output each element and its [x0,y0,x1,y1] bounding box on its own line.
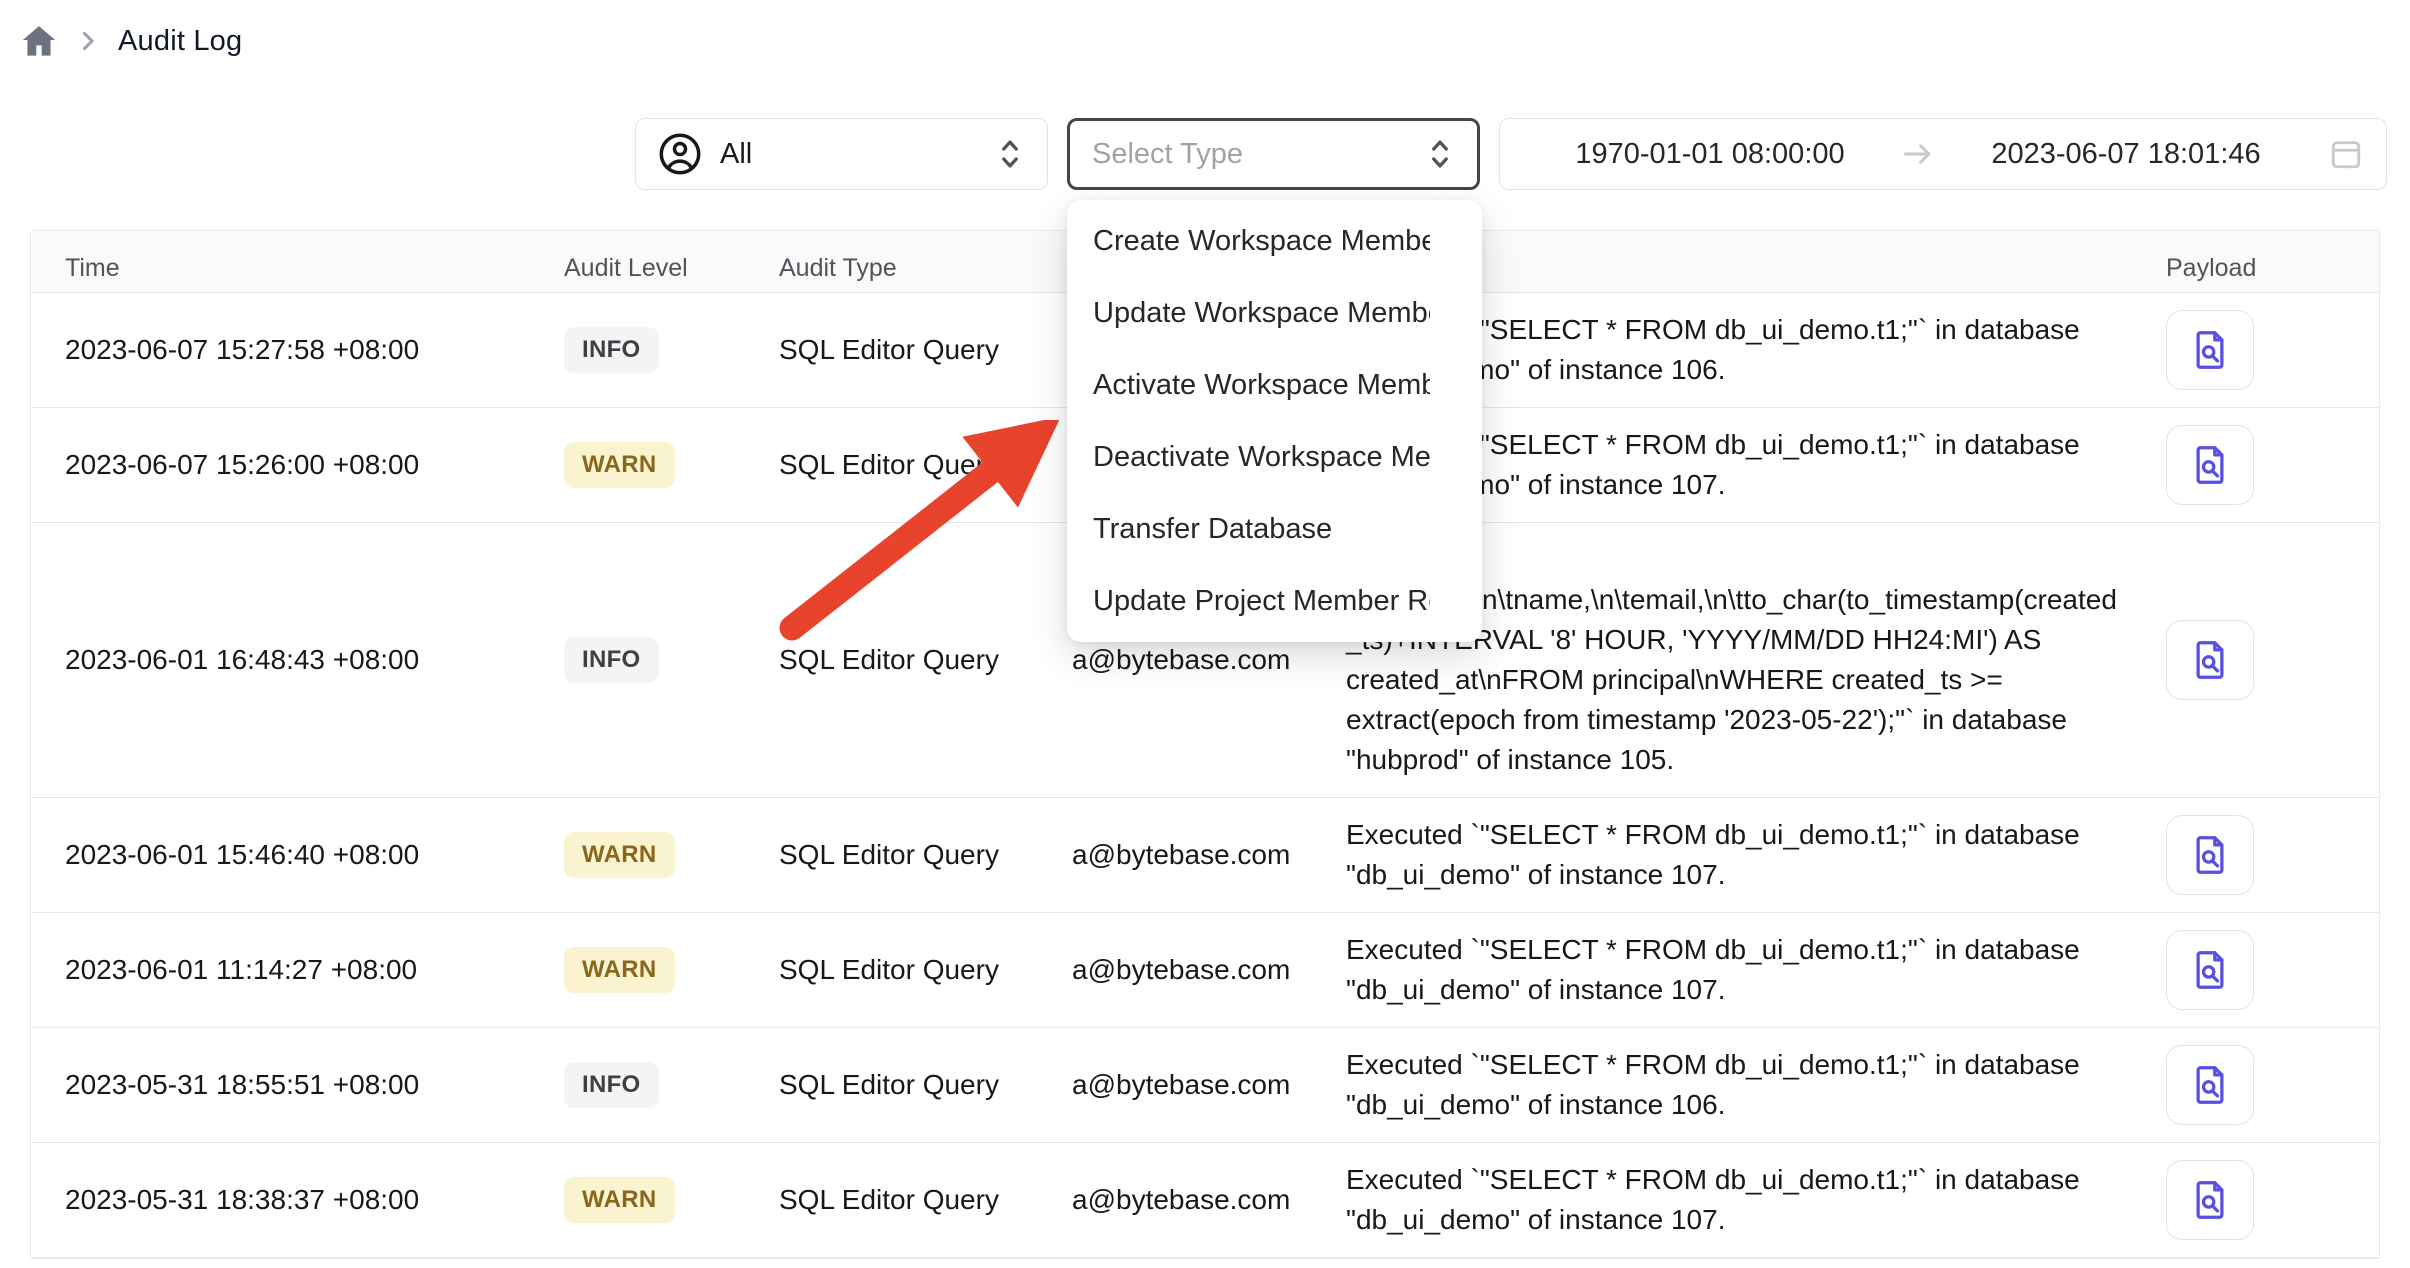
cell-payload [2166,1160,2379,1240]
arrow-right-icon [1898,134,1938,174]
cell-time: 2023-06-01 16:48:43 +08:00 [31,644,564,676]
date-range-end[interactable]: 2023-06-07 18:01:46 [1938,138,2314,171]
cell-level: INFO [564,637,779,683]
payload-view-button[interactable] [2166,1045,2254,1125]
cell-payload [2166,310,2379,390]
payload-view-button[interactable] [2166,620,2254,700]
cell-level: INFO [564,1062,779,1108]
cell-payload [2166,425,2379,505]
column-header-payload: Payload [2166,254,2379,283]
cell-level: WARN [564,1177,779,1223]
audit-level-badge: WARN [564,1177,675,1223]
cell-audit-type: SQL Editor Query [779,1069,1072,1101]
cell-actor: a@bytebase.com [1072,1069,1346,1101]
date-range-start[interactable]: 1970-01-01 08:00:00 [1522,138,1898,171]
cell-audit-type: SQL Editor Query [779,1184,1072,1216]
page-title: Audit Log [118,25,242,58]
cell-level: WARN [564,947,779,993]
cell-payload [2166,1045,2379,1125]
cell-time: 2023-06-07 15:27:58 +08:00 [31,334,564,366]
type-option[interactable]: Update Workspace Member [1067,277,1482,349]
document-search-icon [2187,947,2233,993]
type-option-label: Update Project Member Role [1093,585,1430,618]
table-row: 2023-06-01 11:14:27 +08:00 WARN SQL Edit… [31,913,2379,1028]
payload-view-button[interactable] [2166,930,2254,1010]
column-header-level: Audit Level [564,254,779,283]
type-option-label: Create Workspace Member [1093,225,1430,258]
cell-actor: a@bytebase.com [1072,1184,1346,1216]
column-header-time: Time [31,254,564,283]
cell-level: WARN [564,832,779,878]
type-option[interactable]: Activate Workspace Member [1067,349,1482,421]
cell-time: 2023-06-01 15:46:40 +08:00 [31,839,564,871]
audit-level-badge: INFO [564,1062,659,1108]
type-option-label: Activate Workspace Member [1093,369,1430,402]
document-search-icon [2187,327,2233,373]
cell-actor: a@bytebase.com [1072,644,1346,676]
cell-audit-type: SQL Editor Query [779,954,1072,986]
payload-view-button[interactable] [2166,815,2254,895]
audit-level-badge: WARN [564,442,675,488]
table-row: 2023-05-31 18:38:37 +08:00 WARN SQL Edit… [31,1143,2379,1258]
cell-comment: Executed `"SELECT * FROM db_ui_demo.t1;"… [1346,913,2166,1027]
cell-audit-type: SQL Editor Query [779,839,1072,871]
document-search-icon [2187,1062,2233,1108]
cell-payload [2166,620,2379,700]
breadcrumb: Audit Log [20,22,242,60]
type-select-dropdown: Create Workspace Member Update Workspace … [1067,200,1482,642]
audit-level-badge: INFO [564,327,659,373]
actor-filter-select[interactable]: All [635,118,1048,190]
chevron-right-icon [74,27,102,55]
select-updown-icon [1425,135,1455,173]
cell-comment: Executed `"SELECT * FROM db_ui_demo.t1;"… [1346,798,2166,912]
type-option-label: Update Workspace Member [1093,297,1430,330]
cell-actor: a@bytebase.com [1072,954,1346,986]
cell-audit-type: SQL Editor Query [779,334,1072,366]
cell-comment: Executed `"SELECT * FROM db_ui_demo.t1;"… [1346,1143,2166,1257]
column-header-type: Audit Type [779,254,1072,283]
cell-audit-type: SQL Editor Query [779,644,1072,676]
document-search-icon [2187,832,2233,878]
type-option[interactable]: Transfer Database [1067,493,1482,565]
user-circle-icon [658,132,702,176]
select-updown-icon [995,135,1025,173]
table-row: 2023-06-01 15:46:40 +08:00 WARN SQL Edit… [31,798,2379,913]
payload-view-button[interactable] [2166,310,2254,390]
audit-level-badge: WARN [564,832,675,878]
cell-time: 2023-05-31 18:55:51 +08:00 [31,1069,564,1101]
cell-payload [2166,815,2379,895]
home-icon[interactable] [20,22,58,60]
cell-time: 2023-06-01 11:14:27 +08:00 [31,954,564,986]
document-search-icon [2187,637,2233,683]
cell-level: INFO [564,327,779,373]
type-option[interactable]: Deactivate Workspace Member [1067,421,1482,493]
type-filter-placeholder: Select Type [1092,138,1243,171]
audit-level-badge: WARN [564,947,675,993]
cell-level: WARN [564,442,779,488]
cell-payload [2166,930,2379,1010]
type-option-label: Deactivate Workspace Member [1093,441,1430,474]
document-search-icon [2187,1177,2233,1223]
payload-view-button[interactable] [2166,425,2254,505]
date-range-picker[interactable]: 1970-01-01 08:00:00 2023-06-07 18:01:46 [1499,118,2387,190]
document-search-icon [2187,442,2233,488]
cell-time: 2023-06-07 15:26:00 +08:00 [31,449,564,481]
payload-view-button[interactable] [2166,1160,2254,1240]
actor-filter-value: All [720,138,752,171]
audit-level-badge: INFO [564,637,659,683]
cell-comment: Executed `"SELECT * FROM db_ui_demo.t1;"… [1346,1028,2166,1142]
type-option[interactable]: Update Project Member Role [1067,565,1482,637]
calendar-icon[interactable] [2328,136,2364,172]
type-option[interactable]: Create Workspace Member [1067,205,1482,277]
cell-actor: a@bytebase.com [1072,839,1346,871]
type-filter-select[interactable]: Select Type [1067,118,1480,190]
cell-time: 2023-05-31 18:38:37 +08:00 [31,1184,564,1216]
cell-audit-type: SQL Editor Query [779,449,1072,481]
table-row: 2023-05-31 18:55:51 +08:00 INFO SQL Edit… [31,1028,2379,1143]
type-option-label: Transfer Database [1093,513,1430,546]
